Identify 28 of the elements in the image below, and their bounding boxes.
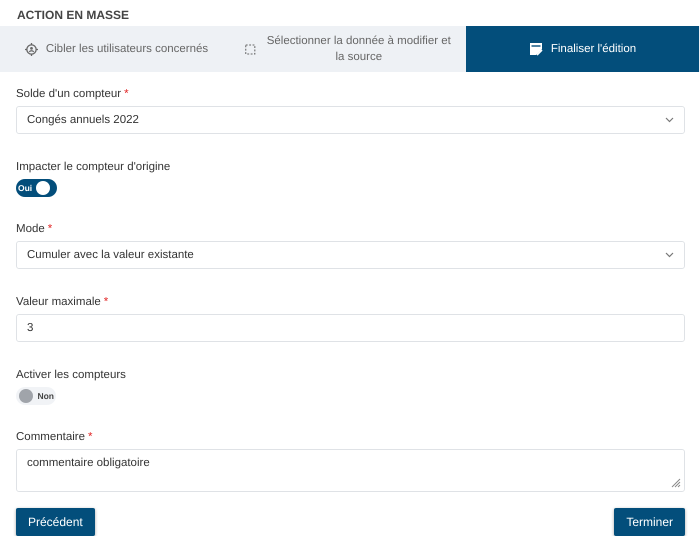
required-mark: * [48,223,52,235]
edit-note-icon [528,42,543,56]
target-user-icon [24,42,38,56]
step-tab[interactable]: Finaliser l'édition [466,26,699,72]
field-label: Mode [16,223,45,235]
chevron-down-icon [665,252,674,258]
select-field[interactable]: Congés annuels 2022 [16,106,685,134]
required-mark: * [88,431,93,443]
step-tab[interactable]: Cibler les utilisateurs concernés [0,26,233,72]
chevron-down-icon [665,117,674,123]
required-mark: * [104,296,108,308]
finish-button[interactable]: Terminer [614,508,685,536]
select-field[interactable]: Cumuler avec la valeur existante [16,241,685,269]
page-title: ACTION EN MASSE [16,7,130,24]
field-label: Activer les compteurs [16,369,126,381]
toggle-switch[interactable]: Non [16,387,56,405]
resize-handle-icon[interactable] [671,478,681,488]
field-label: Impacter le compteur d'origine [16,161,170,173]
input-field[interactable]: 3 [16,314,685,342]
field-label: Valeur maximale [16,296,101,308]
previous-button[interactable]: Précédent [16,508,95,536]
field-label: Solde d'un compteur [16,88,122,100]
comment-field[interactable]: commentaire obligatoire [16,449,685,492]
toggle-switch[interactable]: Oui [16,179,57,197]
field-label: Commentaire [16,431,86,443]
step-tab[interactable]: Sélectionner la donnée à modifier et la source [233,26,466,72]
selection-icon [245,42,256,56]
required-mark: * [124,88,129,100]
